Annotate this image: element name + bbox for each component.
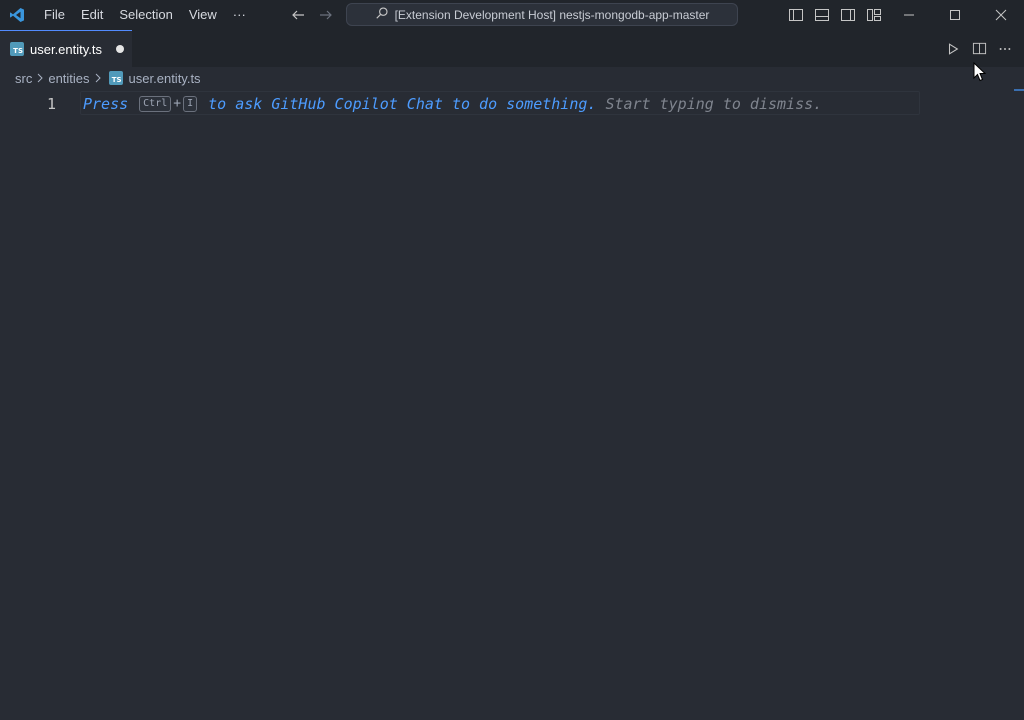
menu-bar: File Edit Selection View ··· bbox=[36, 0, 254, 30]
menu-edit[interactable]: Edit bbox=[73, 3, 111, 27]
title-bar: File Edit Selection View ··· [Extension … bbox=[0, 0, 1024, 30]
menu-more[interactable]: ··· bbox=[225, 3, 254, 27]
code-editor[interactable]: 1 Press Ctrl + I to ask GitHub Copilot Cha… bbox=[0, 89, 1024, 720]
keybinding-i: I bbox=[183, 96, 198, 112]
unsaved-dot-icon[interactable] bbox=[116, 45, 125, 53]
hint-action[interactable]: to ask GitHub Copilot Chat to do somethi… bbox=[208, 93, 596, 115]
hint-press: Press bbox=[83, 95, 129, 113]
breadcrumb-src[interactable]: src bbox=[15, 71, 32, 86]
tab-label: user.entity.ts bbox=[30, 41, 103, 57]
overview-ruler bbox=[1014, 89, 1024, 91]
keybinding-plus: + bbox=[173, 96, 182, 111]
window-controls bbox=[886, 0, 1024, 30]
editor-tab-bar: TS user.entity.ts bbox=[0, 30, 1024, 67]
breadcrumb-entities[interactable]: entities bbox=[48, 71, 89, 86]
toggle-secondary-sidebar-icon[interactable] bbox=[838, 5, 858, 25]
mouse-cursor-icon bbox=[973, 61, 987, 82]
chevron-right-icon bbox=[93, 73, 103, 83]
command-center-label: [Extension Development Host] nestjs-mong… bbox=[394, 7, 710, 22]
split-editor-icon[interactable] bbox=[970, 40, 988, 58]
command-center-search[interactable]: [Extension Development Host] nestjs-mong… bbox=[346, 3, 738, 26]
typescript-file-icon: TS bbox=[108, 71, 123, 85]
toggle-panel-icon[interactable] bbox=[812, 5, 832, 25]
forward-arrow-icon[interactable] bbox=[316, 5, 336, 25]
chevron-right-icon bbox=[35, 73, 45, 83]
editor-tab[interactable]: TS user.entity.ts bbox=[0, 30, 132, 67]
menu-file[interactable]: File bbox=[36, 3, 73, 27]
customize-layout-icon[interactable] bbox=[864, 5, 884, 25]
menu-view[interactable]: View bbox=[181, 3, 225, 27]
breadcrumb: src entities TS user.entity.ts bbox=[0, 67, 1024, 89]
toggle-primary-sidebar-icon[interactable] bbox=[786, 5, 806, 25]
breadcrumb-file-label: user.entity.ts bbox=[128, 70, 201, 86]
back-arrow-icon[interactable] bbox=[288, 5, 308, 25]
copilot-hint: Press Ctrl + I to ask GitHub Copilot Chat … bbox=[83, 93, 822, 115]
run-icon[interactable] bbox=[944, 40, 962, 58]
navigation-arrows bbox=[288, 0, 336, 30]
search-icon bbox=[375, 6, 389, 23]
more-actions-icon[interactable] bbox=[996, 40, 1014, 58]
line-number: 1 bbox=[46, 95, 56, 113]
breadcrumb-file[interactable]: TS user.entity.ts bbox=[108, 70, 201, 86]
typescript-file-icon: TS bbox=[10, 42, 24, 56]
menu-selection[interactable]: Selection bbox=[111, 3, 180, 27]
close-icon[interactable] bbox=[978, 0, 1024, 30]
minimize-icon[interactable] bbox=[886, 0, 932, 30]
hint-dismiss: Start typing to dismiss. bbox=[605, 95, 823, 113]
maximize-icon[interactable] bbox=[932, 0, 978, 30]
layout-controls bbox=[786, 0, 884, 30]
vscode-logo-icon bbox=[0, 0, 34, 30]
keybinding-ctrl: Ctrl bbox=[139, 96, 172, 112]
